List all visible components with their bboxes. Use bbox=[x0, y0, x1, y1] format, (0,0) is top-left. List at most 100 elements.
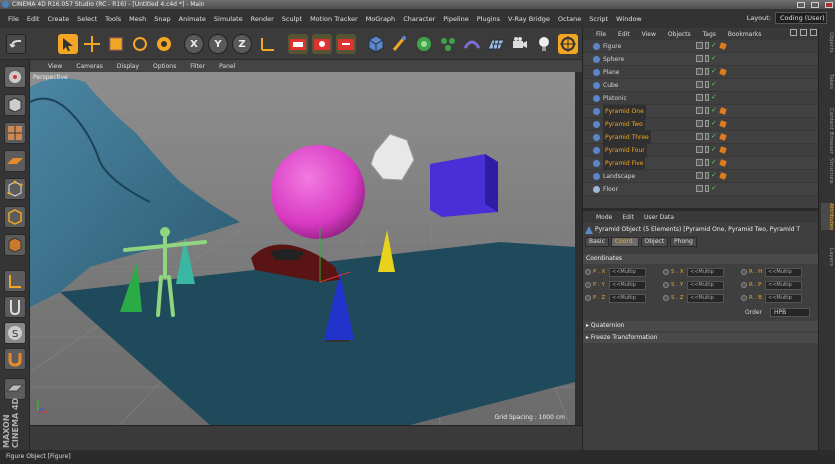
enabled-check-icon[interactable]: ✓ bbox=[711, 42, 718, 49]
menu-item-pipeline[interactable]: Pipeline bbox=[443, 15, 468, 23]
coord-field[interactable]: <<Multip bbox=[687, 267, 724, 277]
visibility-dots[interactable] bbox=[705, 172, 709, 179]
object-name[interactable]: Pyramid One bbox=[603, 105, 646, 118]
side-tab-structure[interactable]: Structure bbox=[821, 158, 834, 184]
keyframe-dot[interactable] bbox=[663, 295, 669, 301]
object-name[interactable]: Platonic bbox=[603, 92, 627, 105]
visibility-dots[interactable] bbox=[705, 94, 709, 101]
menu-item-sculpt[interactable]: Sculpt bbox=[282, 15, 302, 23]
visibility-dots[interactable] bbox=[705, 81, 709, 88]
subdivision-surface-icon[interactable] bbox=[414, 34, 434, 54]
layer-box[interactable] bbox=[696, 172, 703, 179]
floor-environment-icon[interactable] bbox=[486, 34, 506, 54]
layer-box[interactable] bbox=[696, 146, 703, 153]
visibility-dots[interactable] bbox=[705, 159, 709, 166]
light-icon[interactable] bbox=[534, 34, 554, 54]
cloner-icon[interactable] bbox=[438, 34, 458, 54]
layer-box[interactable] bbox=[696, 55, 703, 62]
soft-selection-icon[interactable]: S bbox=[4, 322, 26, 344]
side-tab-layers[interactable]: Layers bbox=[821, 248, 834, 266]
object-row[interactable]: Landscape ✓ bbox=[583, 170, 819, 183]
visibility-dots[interactable] bbox=[705, 107, 709, 114]
object-menu-view[interactable]: View bbox=[642, 31, 656, 38]
layout-select[interactable]: Coding (User) bbox=[775, 12, 827, 24]
deformer-icon[interactable] bbox=[462, 34, 482, 54]
object-row[interactable]: Floor ✓ bbox=[583, 183, 819, 196]
x-axis-lock-button[interactable]: X bbox=[184, 34, 204, 54]
section-quaternion[interactable]: ▸ Quaternion bbox=[583, 321, 819, 331]
visibility-dots[interactable] bbox=[705, 146, 709, 153]
object-name[interactable]: Pyramid Four bbox=[603, 144, 647, 157]
order-select[interactable]: HPB bbox=[770, 308, 810, 317]
layer-box[interactable] bbox=[696, 68, 703, 75]
scale-tool-icon[interactable] bbox=[106, 34, 126, 54]
menu-item-snap[interactable]: Snap bbox=[154, 15, 170, 23]
enabled-check-icon[interactable]: ✓ bbox=[711, 120, 718, 127]
enabled-check-icon[interactable]: ✓ bbox=[711, 146, 718, 153]
visibility-dots[interactable] bbox=[705, 68, 709, 75]
z-axis-lock-button[interactable]: Z bbox=[232, 34, 252, 54]
keyframe-dot[interactable] bbox=[741, 282, 747, 288]
coord-field[interactable]: <<Multip bbox=[609, 293, 646, 303]
render-view-icon[interactable] bbox=[288, 34, 308, 54]
tab-coord[interactable]: Coord. bbox=[610, 237, 639, 247]
keyframe-dot[interactable] bbox=[741, 295, 747, 301]
layer-box[interactable] bbox=[696, 120, 703, 127]
layer-box[interactable] bbox=[696, 42, 703, 49]
side-tab-attributes[interactable]: Attributes bbox=[821, 203, 834, 231]
enabled-check-icon[interactable]: ✓ bbox=[711, 133, 718, 140]
axis-mode-icon[interactable] bbox=[4, 270, 26, 292]
cube-primitive-icon[interactable] bbox=[366, 34, 386, 54]
visibility-dots[interactable] bbox=[705, 120, 709, 127]
minimize-button[interactable] bbox=[797, 1, 805, 8]
object-menu-file[interactable]: File bbox=[596, 31, 606, 38]
side-tab-content-browser[interactable]: Content Browser bbox=[821, 108, 834, 154]
viewport-menu-display[interactable]: Display bbox=[117, 63, 139, 70]
keyframe-dot[interactable] bbox=[741, 269, 747, 275]
object-name[interactable]: Figure bbox=[603, 40, 621, 53]
material-tag-icon[interactable] bbox=[719, 106, 727, 115]
coord-field[interactable]: <<Multip bbox=[609, 280, 646, 290]
coord-field[interactable]: <<Multip bbox=[687, 280, 724, 290]
object-menu-bookmarks[interactable]: Bookmarks bbox=[728, 31, 762, 38]
object-name[interactable]: Pyramid Three bbox=[603, 131, 651, 144]
viewport-menu-view[interactable]: View bbox=[48, 63, 62, 70]
viewport-scrollbar[interactable] bbox=[575, 72, 582, 425]
render-settings-icon[interactable] bbox=[336, 34, 356, 54]
visibility-dots[interactable] bbox=[705, 42, 709, 49]
object-row[interactable]: Pyramid Five ✓ bbox=[583, 157, 819, 170]
object-menu-objects[interactable]: Objects bbox=[668, 31, 691, 38]
layer-box[interactable] bbox=[696, 81, 703, 88]
coord-field[interactable]: <<Multip bbox=[609, 267, 646, 277]
layer-box[interactable] bbox=[696, 133, 703, 140]
polygons-mode-icon[interactable] bbox=[4, 234, 26, 256]
snap-icon[interactable] bbox=[558, 34, 578, 54]
menu-item-create[interactable]: Create bbox=[47, 15, 69, 23]
object-name[interactable]: Floor bbox=[603, 183, 618, 196]
visibility-dots[interactable] bbox=[705, 185, 709, 192]
new-window-icon[interactable] bbox=[810, 29, 817, 36]
object-row[interactable]: Pyramid Two ✓ bbox=[583, 118, 819, 131]
close-button[interactable] bbox=[825, 1, 833, 8]
layer-box[interactable] bbox=[696, 94, 703, 101]
coord-field[interactable]: <<Multip bbox=[765, 293, 802, 303]
enabled-check-icon[interactable]: ✓ bbox=[711, 107, 718, 114]
object-name[interactable]: Plane bbox=[603, 66, 619, 79]
enabled-check-icon[interactable]: ✓ bbox=[711, 94, 718, 101]
menu-item-select[interactable]: Select bbox=[77, 15, 97, 23]
section-coordinates[interactable]: Coordinates bbox=[583, 254, 819, 264]
keyframe-dot[interactable] bbox=[663, 269, 669, 275]
y-axis-lock-button[interactable]: Y bbox=[208, 34, 228, 54]
viewport-menu-filter[interactable]: Filter bbox=[190, 63, 205, 70]
live-selection-icon[interactable] bbox=[58, 34, 78, 54]
recent-tool-icon[interactable] bbox=[154, 34, 174, 54]
menu-item-mograph[interactable]: MoGraph bbox=[366, 15, 396, 23]
menu-item-edit[interactable]: Edit bbox=[27, 15, 40, 23]
side-tab-objects[interactable]: Objects bbox=[821, 32, 834, 53]
material-tag-icon[interactable] bbox=[719, 171, 727, 180]
side-tab-takes[interactable]: Takes bbox=[821, 74, 834, 89]
visibility-dots[interactable] bbox=[705, 55, 709, 62]
menu-item-script[interactable]: Script bbox=[589, 15, 608, 23]
model-mode-icon[interactable] bbox=[4, 94, 26, 116]
edges-mode-icon[interactable] bbox=[4, 206, 26, 228]
